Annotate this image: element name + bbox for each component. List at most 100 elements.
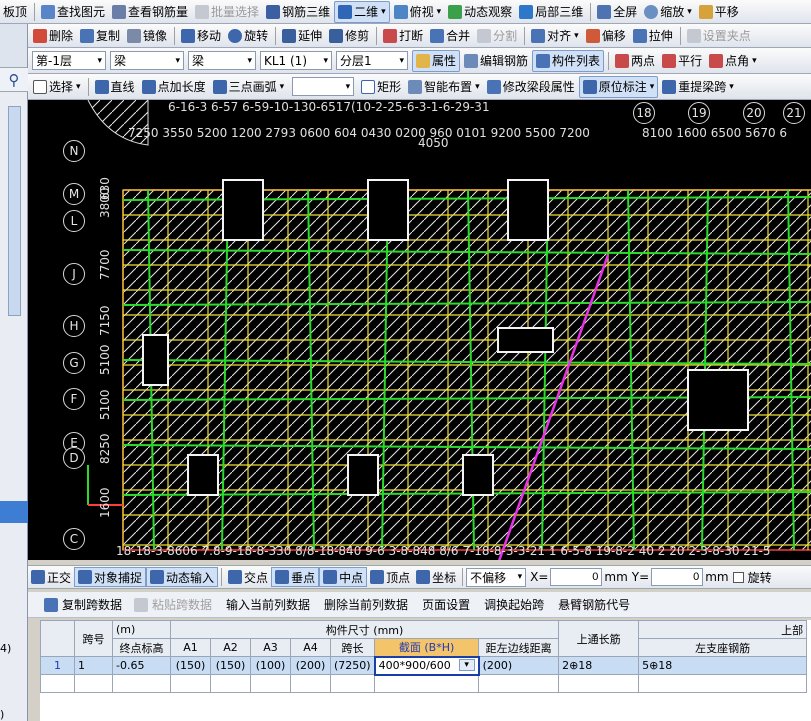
mirror-button[interactable]: 镜像 (124, 25, 170, 47)
delete-column-data-button[interactable]: 删除当前列数据 (322, 596, 410, 613)
cell-a4[interactable]: (200) (290, 656, 331, 675)
ortho-toggle[interactable]: 正交 (28, 567, 74, 587)
component-list-button[interactable]: 构件列表 (532, 49, 605, 72)
offset-button[interactable]: 偏移 (583, 25, 629, 47)
axis-label-h: H (63, 315, 85, 337)
cell-section-editor[interactable]: 400*900/600 ▾ (373, 655, 480, 676)
edit-rebar-button[interactable]: 编辑钢筋 (461, 50, 531, 72)
merge-button[interactable]: 合并 (427, 25, 473, 47)
view-2d-dropdown[interactable]: 二维 ▾ (334, 0, 390, 23)
object-snap-toggle[interactable]: 对象捕捉 (74, 567, 147, 587)
copy-span-data-button[interactable]: 复制跨数据 (60, 596, 124, 613)
swap-start-span-button[interactable]: 调换起始跨 (482, 596, 546, 613)
table-row[interactable]: 1 1 -0.65 (150) (150) (100) (200) (7250)… (40, 655, 808, 676)
section-dropdown-button[interactable]: ▾ (458, 659, 475, 671)
top-center-dim: 4050 (418, 136, 449, 150)
reextract-span-dropdown[interactable]: 重提梁跨 ▾ (659, 76, 737, 98)
separator (524, 26, 526, 45)
fullscreen-button[interactable]: 全屏 (594, 1, 640, 23)
extend-button[interactable]: 延伸 (279, 25, 325, 47)
floor-select[interactable]: 第-1层 ▾ (32, 51, 106, 70)
cantilever-code-button[interactable]: 悬臂钢筋代号 (556, 596, 632, 613)
cell-a3[interactable]: (100) (250, 656, 291, 675)
vertex-snap[interactable]: 顶点 (367, 567, 413, 587)
modify-span-props-button[interactable]: 修改梁段属性 (484, 76, 578, 98)
cell-a1[interactable]: (150) (170, 656, 211, 675)
point-angle-button[interactable]: 点角 ▾ (706, 50, 760, 72)
parallel-button[interactable]: 平行 (659, 50, 705, 72)
cell-left-seat[interactable]: 5⊕18 (638, 656, 808, 675)
selected-tree-item[interactable] (0, 501, 28, 523)
col-left-seat-header: 左支座钢筋 (638, 638, 808, 657)
find-element-button[interactable]: 查找图元 (38, 1, 108, 23)
span-table: 跨号 (m) 构件尺寸 (mm) 上通长筋 上部 终点标高 A1 A2 A3 A… (40, 620, 808, 693)
cell-length[interactable]: (7250) (329, 656, 376, 675)
local-3d-button[interactable]: 局部三维 (516, 1, 586, 23)
y-label: Y= (631, 570, 650, 584)
cell-span[interactable]: 1 (74, 656, 113, 675)
perpendicular-snap[interactable]: 垂点 (271, 567, 320, 587)
top-view-dropdown[interactable]: 俯视 ▾ (391, 1, 445, 23)
copy-button[interactable]: 复制 (77, 25, 123, 47)
search-icon[interactable]: ⚲ (0, 68, 28, 92)
section-value[interactable]: 400*900/600 (379, 659, 451, 672)
coordinate-snap[interactable]: 坐标 (413, 567, 459, 587)
dynamic-observe-button[interactable]: 动态观察 (445, 1, 515, 23)
split-button[interactable]: 分割 (474, 25, 520, 47)
rotate-checkbox[interactable] (732, 571, 744, 583)
page-setup-button[interactable]: 页面设置 (420, 596, 472, 613)
layer-select[interactable]: 分层1 ▾ (336, 51, 408, 70)
x-input[interactable] (550, 568, 603, 586)
two-point-button[interactable]: 两点 (612, 50, 658, 72)
paste-span-data-button[interactable]: 粘贴跨数据 (150, 596, 214, 613)
delete-button[interactable]: 删除 (30, 25, 76, 47)
subtype-select[interactable]: 梁 ▾ (188, 51, 256, 70)
copy-span-icon (44, 597, 58, 612)
smart-layout-dropdown[interactable]: 智能布置 ▾ (405, 76, 483, 98)
dynamic-input-toggle[interactable]: 动态输入 (146, 567, 219, 587)
line-button[interactable]: 直线 (92, 76, 138, 98)
input-column-data-button[interactable]: 输入当前列数据 (224, 596, 312, 613)
cell-dist[interactable]: (200) (478, 656, 560, 675)
in-situ-annotation-button[interactable]: 原位标注 ▾ (578, 75, 659, 98)
draw-mode-select[interactable]: ▾ (292, 77, 355, 96)
midpoint-snap[interactable]: 中点 (319, 567, 368, 587)
zoom-icon (644, 4, 659, 19)
category-select[interactable]: 梁 ▾ (110, 51, 184, 70)
drawing-canvas[interactable]: NMLJHGFEDC 6-16-3 6-57 6-59-10-130-6517(… (28, 100, 811, 560)
set-grip-button[interactable]: 设置夹点 (684, 25, 754, 47)
y-input[interactable] (651, 568, 704, 586)
trim-button[interactable]: 修剪 (326, 25, 372, 47)
view-rebar-qty-button[interactable]: 查看钢筋量 (109, 1, 191, 23)
align-dropdown[interactable]: 对齐 ▾ (528, 25, 582, 47)
point-length-button[interactable]: 点加长度 (139, 76, 209, 98)
tb1-board-top[interactable]: 板顶 (0, 1, 30, 23)
properties-button[interactable]: 属性 (412, 49, 461, 72)
cell-elev[interactable]: -0.65 (112, 656, 171, 675)
break-button[interactable]: 打断 (380, 25, 426, 47)
rotate-button[interactable]: 旋转 (225, 25, 271, 47)
y-unit: mm (705, 570, 729, 584)
bottom-axis-text: 18-18-3-8606 7.8-9-18-8-330 8/8-18-840 9… (116, 544, 771, 558)
move-icon (181, 28, 196, 43)
left-panel: ⚲ 4) ) (0, 24, 28, 721)
cell-a2[interactable]: (150) (210, 656, 251, 675)
three-point-arc-button[interactable]: 三点画弧 ▾ (210, 76, 288, 98)
left-scrollbar[interactable] (8, 106, 21, 316)
move-button[interactable]: 移动 (178, 25, 224, 47)
empty-cell (638, 674, 808, 693)
rebar-3d-button[interactable]: 钢筋三维 (263, 1, 333, 23)
stretch-button[interactable]: 拉伸 (630, 25, 676, 47)
offset-mode-select[interactable]: 不偏移 ▾ (466, 567, 527, 587)
rectangle-button[interactable]: 矩形 (358, 76, 404, 98)
top-axis-text: 6-16-3 6-57 6-59-10-130-6517(10-2-25-6-3… (168, 100, 490, 114)
coordinate-icon (416, 570, 431, 584)
element-select[interactable]: KL1 (1) ▾ (260, 51, 332, 70)
batch-select-button[interactable]: 批量选择 (192, 1, 262, 23)
pan-button[interactable]: 平移 (696, 1, 742, 23)
midpoint-icon (323, 570, 338, 584)
select-dropdown[interactable]: 选择 ▾ (30, 76, 84, 98)
zoom-dropdown[interactable]: 缩放 ▾ (641, 1, 695, 23)
cell-top-bar[interactable]: 2⊕18 (558, 656, 640, 675)
intersection-snap[interactable]: 交点 (225, 567, 271, 587)
